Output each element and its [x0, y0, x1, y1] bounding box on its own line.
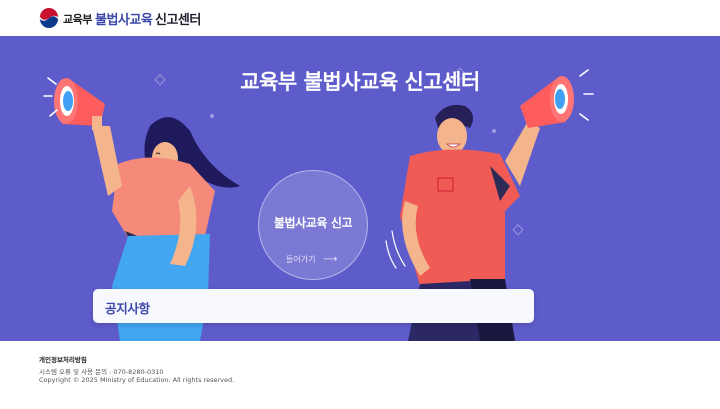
top-header: 교육부 불법사교육 신고센터 [0, 0, 720, 36]
enter-link[interactable]: 들어가기 [286, 254, 315, 265]
report-button-label[interactable]: 불법사교육 신고 [258, 214, 368, 231]
notice-label[interactable]: 공지사항 [105, 298, 150, 317]
government-emblem-icon[interactable] [39, 8, 59, 28]
privacy-policy-link[interactable]: 개인정보처리방침 [39, 354, 87, 364]
contact-info: 시스템 오류 및 사용 문의 : 070-8280-0310 [39, 368, 164, 376]
copyright: Copyright © 2025 Ministry of Education. … [39, 376, 235, 384]
notice-bar[interactable]: 공지사항 [93, 289, 534, 323]
site-title-sub[interactable]: 신고센터 [155, 9, 201, 28]
hero-title: 교육부 불법사교육 신고센터 [240, 70, 480, 94]
footer: 개인정보처리방침 시스템 오류 및 사용 문의 : 070-8280-0310 … [0, 341, 720, 409]
arrow-right-icon[interactable]: ⟶ [323, 254, 337, 265]
org-name[interactable]: 교육부 [63, 11, 92, 27]
site-title-main[interactable]: 불법사교육 [95, 9, 153, 28]
